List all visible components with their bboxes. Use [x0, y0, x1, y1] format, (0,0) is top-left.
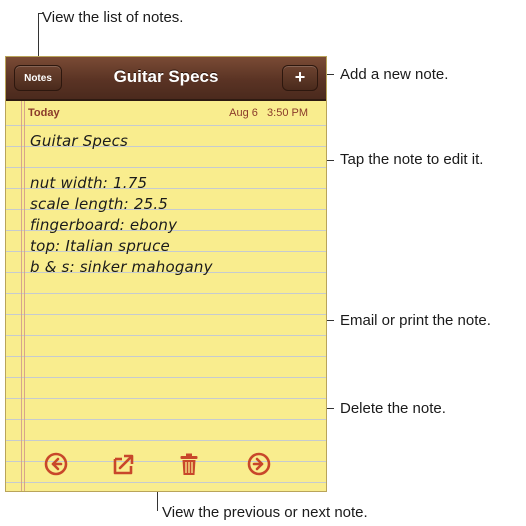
leader-prev-next-v — [157, 489, 158, 511]
callout-tap-note: Tap the note to edit it. — [340, 151, 484, 168]
trash-icon[interactable] — [177, 452, 201, 476]
note-paper[interactable]: Today Aug 6 3:50 PM Guitar Specs nut wid… — [6, 101, 326, 491]
share-icon[interactable] — [112, 452, 136, 476]
next-icon[interactable] — [247, 452, 271, 476]
add-note-button[interactable]: + — [282, 65, 318, 91]
leader-list-of-notes-tick — [38, 13, 44, 14]
note-line: fingerboard: ebony — [30, 216, 178, 234]
callout-delete-note: Delete the note. — [340, 400, 446, 417]
note-line: top: Italian spruce — [30, 237, 170, 255]
callout-add-note: Add a new note. — [340, 66, 449, 83]
paper-margin-left-2 — [24, 101, 25, 491]
note-line: Guitar Specs — [30, 132, 129, 150]
previous-icon[interactable] — [44, 452, 68, 476]
note-line: b & s: sinker mahogany — [30, 258, 213, 276]
callout-prev-next: View the previous or next note. — [162, 504, 368, 521]
note-time: 3:50 PM — [267, 107, 308, 119]
page-title: Guitar Specs — [113, 67, 219, 86]
date-stamp: Aug 6 3:50 PM — [229, 107, 308, 119]
paper-margin-left — [21, 101, 22, 491]
callout-email-print: Email or print the note. — [340, 312, 491, 329]
note-date: Aug 6 — [229, 107, 258, 119]
note-date-row: Today Aug 6 3:50 PM — [28, 105, 308, 123]
navigation-bar: Notes Guitar Specs + — [6, 57, 326, 101]
notes-screen: Notes Guitar Specs + Today Aug 6 3:50 PM… — [6, 57, 326, 491]
note-line: scale length: 25.5 — [30, 195, 169, 213]
callout-list-of-notes: View the list of notes. — [42, 9, 184, 26]
date-label: Today — [28, 107, 60, 119]
note-line: nut width: 1.75 — [30, 174, 148, 192]
